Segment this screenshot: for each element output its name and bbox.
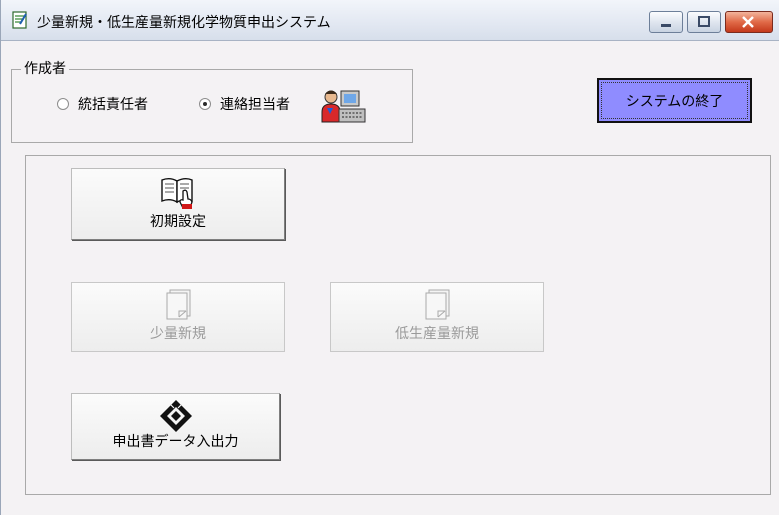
window-title: 少量新規・低生産量新規化学物質申出システム	[37, 15, 331, 31]
application-data-io-button[interactable]: 申出書データ入出力	[71, 393, 280, 460]
application-data-io-label: 申出書データ入出力	[112, 434, 239, 450]
radio-contact-person[interactable]: 連絡担当者	[199, 92, 290, 116]
close-button[interactable]	[725, 11, 773, 33]
maximize-button[interactable]	[687, 11, 721, 33]
small-quantity-new-button[interactable]: 少量新規	[71, 282, 285, 352]
radio-supervisor-indicator[interactable]	[57, 98, 69, 110]
radio-supervisor[interactable]: 統括責任者	[57, 92, 148, 116]
blank-document-icon	[166, 289, 191, 320]
app-document-icon	[12, 11, 27, 29]
radio-contact-person-label: 連絡担当者	[220, 97, 290, 113]
exit-system-button[interactable]: システムの終了	[597, 78, 752, 123]
initial-settings-label: 初期設定	[150, 214, 206, 230]
title-bar[interactable]: 少量新規・低生産量新規化学物質申出システム	[1, 0, 779, 41]
blank-document-icon	[425, 289, 450, 320]
minimize-button[interactable]	[649, 11, 683, 33]
radio-supervisor-label: 統括責任者	[78, 97, 148, 113]
floppy-disk-icon	[159, 400, 192, 432]
radio-contact-person-indicator[interactable]	[199, 98, 211, 110]
small-quantity-new-label: 少量新規	[150, 326, 206, 342]
creator-group-label: 作成者	[21, 58, 69, 78]
initial-settings-button[interactable]: 初期設定	[71, 168, 285, 240]
application-window: 少量新規・低生産量新規化学物質申出システム 作成者 統括責任者 連絡担当者 シス…	[0, 0, 779, 515]
maximize-icon	[698, 16, 710, 27]
low-production-new-label: 低生産量新規	[395, 326, 479, 342]
low-production-new-button[interactable]: 低生産量新規	[330, 282, 544, 352]
exit-system-label: システムの終了	[625, 93, 724, 110]
book-with-hand-icon	[161, 178, 193, 209]
person-at-computer-icon	[321, 90, 366, 123]
close-icon	[742, 16, 754, 28]
minimize-icon	[661, 24, 671, 27]
